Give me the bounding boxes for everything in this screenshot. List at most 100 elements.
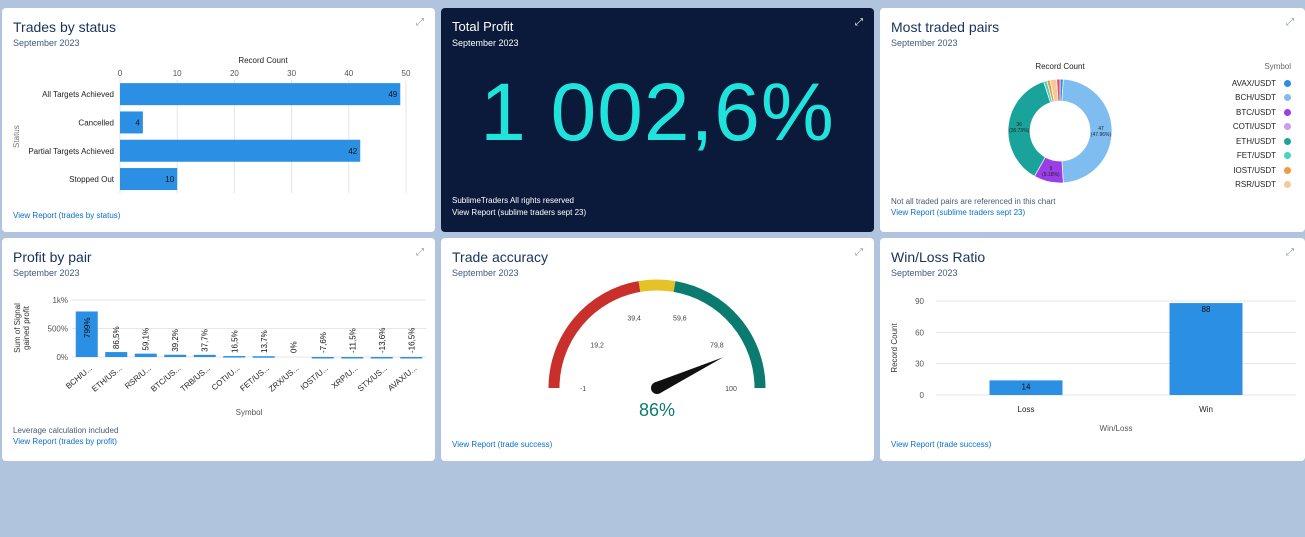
- expand-icon[interactable]: ⤢: [853, 17, 865, 29]
- bar[interactable]: [252, 356, 275, 358]
- gauge-tick-label: 79,8: [710, 343, 724, 350]
- tick-label: 0%: [56, 353, 68, 362]
- card-most-traded-pairs: Most traded pairs September 2023 ⤢ Recor…: [880, 8, 1305, 232]
- legend-item[interactable]: BTC/USDT: [1232, 105, 1291, 120]
- category-label: Win: [1199, 405, 1213, 414]
- chart-note: Not all traded pairs are referenced in t…: [891, 197, 1056, 206]
- legend-label: AVAX/USDT: [1231, 78, 1276, 88]
- gauge-band: [638, 279, 676, 292]
- data-label: 0%: [289, 341, 298, 353]
- pie-slice[interactable]: [1061, 78, 1113, 184]
- gauge-tick-label: 19,2: [590, 343, 604, 350]
- gauge-needle-hub: [651, 382, 663, 394]
- bar[interactable]: [370, 357, 393, 359]
- bar[interactable]: [341, 357, 364, 359]
- legend-label: ETH/USDT: [1236, 136, 1276, 146]
- card-total-profit: Total Profit September 2023 ⤢ 1 002,6% S…: [441, 8, 874, 232]
- bar[interactable]: [193, 354, 216, 357]
- bar[interactable]: [105, 352, 128, 357]
- trades-by-status-chart: Record Count 0 10 20 30 40 50 Status All Targets…: [12, 56, 411, 194]
- legend-swatch: [1284, 181, 1291, 188]
- chart-axis-title: Record Count: [238, 56, 288, 65]
- chart-title: Record Count: [1035, 62, 1085, 71]
- legend-swatch: [1284, 166, 1291, 174]
- category-label: Loss: [1018, 405, 1035, 414]
- view-report-link[interactable]: View Report (trade success): [891, 440, 991, 449]
- card-subtitle: September 2023: [452, 38, 519, 48]
- data-label: 10: [165, 175, 174, 184]
- tick-label: 0: [920, 391, 925, 400]
- data-label: -7,6%: [319, 332, 328, 353]
- legend-swatch: [1284, 152, 1291, 160]
- bar[interactable]: [1169, 303, 1243, 395]
- bar[interactable]: [223, 356, 246, 358]
- legend-label: BCH/USDT: [1235, 93, 1276, 103]
- bar[interactable]: [400, 357, 423, 359]
- legend-label: COTI/USDT: [1232, 122, 1276, 132]
- bar[interactable]: [311, 357, 334, 359]
- data-label: 16,5%: [230, 330, 239, 353]
- gauge-value: 86%: [639, 400, 675, 420]
- category-label: Stopped Out: [69, 175, 115, 184]
- legend-item[interactable]: BCH/USDT: [1232, 91, 1291, 106]
- bar[interactable]: [164, 354, 187, 357]
- tick-label: 1k%: [52, 296, 68, 305]
- trade-accuracy-gauge: -1 19,2 39,4 59,6 79,8 100 86%: [548, 279, 766, 420]
- category-label: FET/US...: [238, 364, 271, 393]
- chart-legend: Symbol AVAX/USDT BCH/USDT BTC/USDT COTI/USD…: [1232, 62, 1291, 188]
- card-profit-by-pair: Profit by pair September 2023 ⤢ 0% 500% 1k…: [2, 238, 435, 461]
- data-label: 37,7%: [201, 329, 210, 352]
- legend-item[interactable]: RSR/USDT: [1232, 178, 1291, 188]
- expand-icon[interactable]: ⤢: [1284, 17, 1296, 29]
- legend-swatch: [1284, 123, 1291, 131]
- bar[interactable]: [120, 139, 361, 162]
- gauge-tick-label: 59,6: [673, 316, 687, 323]
- legend-item[interactable]: IOST/USDT: [1232, 163, 1291, 178]
- x-axis-label: Symbol: [236, 408, 263, 417]
- x-axis-label: Win/Loss: [1100, 424, 1133, 433]
- card-trade-accuracy: Trade accuracy September 2023 ⤢ -1 19,2 39…: [441, 238, 874, 461]
- view-report-link[interactable]: View Report (trade success): [452, 440, 552, 449]
- category-label: AVAX/U...: [386, 364, 418, 393]
- category-label: ETH/US...: [90, 364, 123, 394]
- legend-swatch: [1284, 79, 1291, 87]
- gauge-tick-label: -1: [580, 386, 586, 393]
- view-report-link[interactable]: View Report (sublime traders sept 23): [891, 208, 1025, 217]
- category-label: STX/US...: [356, 364, 389, 394]
- tick-label: 30: [287, 69, 296, 78]
- tick-label: 0: [118, 69, 123, 78]
- legend-label: FET/USDT: [1236, 151, 1276, 161]
- bar[interactable]: [120, 83, 401, 106]
- bar[interactable]: [134, 353, 157, 357]
- gauge-tick-label: 100: [725, 386, 737, 393]
- card-win-loss-ratio: Win/Loss Ratio September 2023 ⤢ 0 30 60 90 R…: [880, 238, 1305, 461]
- win-loss-chart: 0 30 60 90 Record Count 14 Loss 88 Win Win/Loss: [890, 297, 1296, 433]
- legend-item[interactable]: ETH/USDT: [1232, 134, 1291, 149]
- category-label: BTC/US...: [149, 364, 182, 394]
- legend-item[interactable]: FET/USDT: [1232, 149, 1291, 164]
- view-report-link[interactable]: View Report (sublime traders sept 23): [452, 208, 586, 217]
- legend-item[interactable]: AVAX/USDT: [1232, 76, 1291, 91]
- gauge-tick-label: 39,4: [627, 316, 641, 323]
- category-label: IOST/U...: [299, 364, 330, 392]
- most-traded-pairs-chart: Record Count47 (47.96%)9 (9.18%)36 (36.73%): [1007, 62, 1113, 184]
- tick-label: 30: [915, 360, 924, 369]
- data-label: 13,7%: [260, 330, 269, 353]
- view-report-link[interactable]: View Report (trades by profit): [13, 437, 117, 446]
- legend-title: Symbol: [1264, 62, 1291, 71]
- data-label: 59,1%: [142, 328, 151, 351]
- chart-note: Leverage calculation included: [13, 426, 119, 435]
- data-label: -13,6%: [378, 328, 387, 353]
- category-label: All Targets Achieved: [42, 90, 114, 99]
- view-report-link[interactable]: View Report (trades by status): [13, 211, 120, 220]
- tick-label: 10: [173, 69, 182, 78]
- legend-label: RSR/USDT: [1235, 180, 1276, 188]
- legend-swatch: [1284, 137, 1291, 145]
- data-label: -16,5%: [407, 328, 416, 353]
- y-axis-label: Sum of Signalgained profit: [13, 303, 31, 353]
- legend-item[interactable]: COTI/USDT: [1232, 120, 1291, 135]
- legend-swatch: [1284, 108, 1291, 116]
- category-label: COTI/U...: [210, 364, 242, 393]
- data-label: 88: [1202, 305, 1211, 314]
- tick-label: 60: [915, 328, 924, 337]
